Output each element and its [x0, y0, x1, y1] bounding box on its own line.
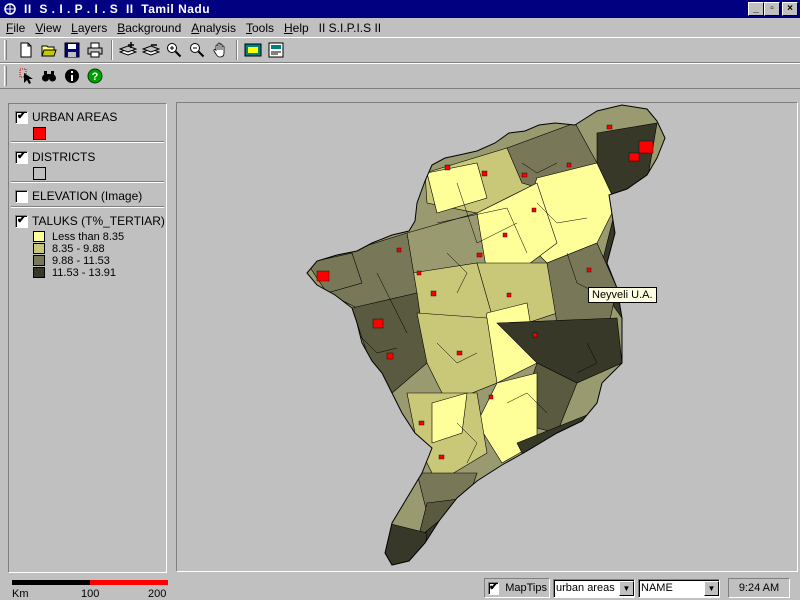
scale-segment — [90, 580, 168, 585]
legend-class: 8.35 - 9.88 — [9, 242, 166, 255]
layer-taluks[interactable]: ✔ TALUKS (T%_TERTIAR) Less than 8.35 8.3… — [9, 213, 166, 279]
maptips-toggle[interactable]: ✔ MapTips — [484, 578, 550, 598]
scale-bar: Km 100 200 — [12, 578, 168, 600]
scale-segment — [12, 580, 90, 585]
map-canvas[interactable]: Neyveli U.A. — [176, 102, 798, 572]
layer-name: DISTRICTS — [32, 150, 96, 164]
layer-divider — [11, 181, 164, 183]
menu-help[interactable]: Help — [284, 21, 309, 35]
scale-unit: Km — [12, 588, 29, 600]
info-icon[interactable] — [61, 65, 83, 87]
new-icon[interactable] — [15, 39, 37, 61]
print-icon[interactable] — [84, 39, 106, 61]
class-label: Less than 8.35 — [52, 230, 125, 243]
dropdown-arrow-icon[interactable]: ▼ — [619, 580, 634, 596]
checkmark-icon: ✔ — [16, 214, 27, 226]
class-swatch — [33, 243, 45, 254]
window-title: II S . I . P . I . S II Tamil Nadu — [24, 2, 211, 16]
full-extent-icon[interactable] — [242, 39, 264, 61]
layer-name: ELEVATION (Image) — [32, 189, 143, 203]
maximize-button[interactable]: ▫ — [764, 2, 780, 16]
help-icon[interactable]: ? — [84, 65, 106, 87]
tamil-nadu-map[interactable] — [177, 103, 797, 571]
layer-name: URBAN AREAS — [32, 110, 118, 124]
status-bar: ✔ MapTips urban areas ▼ NAME ▼ 9:24 AM — [484, 577, 790, 599]
dropdown-arrow-icon[interactable]: ▼ — [704, 580, 719, 596]
menu-bar: File View Layers Background Analysis Tools Hel… — [0, 18, 800, 37]
zoom-out-icon[interactable] — [186, 39, 208, 61]
urban-swatch — [33, 127, 46, 140]
checkmark-icon: ✔ — [16, 150, 27, 162]
field-select[interactable]: NAME ▼ — [638, 578, 720, 598]
class-swatch — [33, 231, 45, 242]
tools-toolbar: ? — [0, 63, 800, 89]
maptips-checkbox[interactable]: ✔ — [488, 581, 500, 595]
legend-panel: ✔ URBAN AREAS ✔ DISTRICTS ELEVATION (Ima… — [8, 103, 167, 573]
save-icon[interactable] — [61, 39, 83, 61]
checkmark-icon: ✔ — [489, 581, 499, 593]
add-layer-icon[interactable] — [117, 39, 139, 61]
field-select-value: NAME — [641, 582, 673, 594]
pan-hand-icon[interactable] — [209, 39, 231, 61]
menu-view[interactable]: View — [35, 21, 61, 35]
remove-layer-icon[interactable] — [140, 39, 162, 61]
districts-swatch — [33, 167, 46, 180]
menu-tools[interactable]: Tools — [246, 21, 274, 35]
close-button[interactable]: × — [782, 2, 798, 16]
layer-divider — [11, 206, 164, 208]
class-label: 8.35 - 9.88 — [52, 242, 105, 255]
zoom-in-icon[interactable] — [163, 39, 185, 61]
find-binoculars-icon[interactable] — [38, 65, 60, 87]
layer-select-value: urban areas — [556, 582, 615, 594]
menu-file[interactable]: File — [6, 21, 25, 35]
layer-elevation[interactable]: ELEVATION (Image) — [9, 188, 166, 204]
menu-layers[interactable]: Layers — [71, 21, 107, 35]
class-swatch — [33, 267, 45, 278]
title-bar[interactable]: II S . I . P . I . S II Tamil Nadu _ ▫ × — [0, 0, 800, 18]
legend-class: 11.53 - 13.91 — [9, 266, 166, 279]
layer-name: TALUKS (T%_TERTIAR) — [32, 214, 165, 228]
scale-max-label: 200 — [148, 588, 167, 600]
layer-districts[interactable]: ✔ DISTRICTS — [9, 149, 166, 180]
layer-select[interactable]: urban areas ▼ — [553, 578, 635, 598]
scale-mid-label: 100 — [81, 588, 100, 600]
layer-visibility-checkbox[interactable]: ✔ — [15, 214, 28, 228]
clock-time: 9:24 AM — [738, 582, 780, 594]
maptips-label: MapTips — [505, 582, 547, 594]
class-swatch — [33, 255, 45, 266]
class-label: 9.88 - 11.53 — [52, 254, 110, 267]
layer-divider — [11, 141, 164, 143]
toolbar-grip[interactable] — [4, 66, 7, 86]
open-icon[interactable] — [38, 39, 60, 61]
properties-icon[interactable] — [265, 39, 287, 61]
minimize-button[interactable]: _ — [748, 2, 764, 16]
layer-visibility-checkbox[interactable]: ✔ — [15, 150, 28, 164]
menu-ii-s-i-p-i-s-ii[interactable]: II S.I.P.I.S II — [319, 21, 381, 35]
toolbar-grip[interactable] — [4, 40, 7, 60]
legend-class: 9.88 - 11.53 — [9, 254, 166, 267]
checkmark-icon: ✔ — [16, 110, 27, 122]
clock: 9:24 AM — [728, 578, 790, 598]
maptip-tooltip: Neyveli U.A. — [588, 287, 657, 303]
layer-visibility-checkbox[interactable]: ✔ — [15, 110, 28, 124]
class-label: 11.53 - 13.91 — [52, 266, 117, 279]
sipis-window: II S . I . P . I . S II Tamil Nadu _ ▫ ×… — [0, 0, 800, 600]
layer-urban-areas[interactable]: ✔ URBAN AREAS — [9, 109, 166, 140]
svg-text:?: ? — [92, 71, 99, 83]
menu-background[interactable]: Background — [117, 21, 181, 35]
toolbar-separator — [236, 40, 238, 60]
layer-visibility-checkbox[interactable] — [15, 189, 28, 203]
app-icon[interactable] — [2, 2, 18, 16]
toolbar-separator — [111, 40, 113, 60]
main-toolbar — [0, 37, 800, 63]
menu-analysis[interactable]: Analysis — [191, 21, 236, 35]
select-feature-icon[interactable] — [15, 65, 37, 87]
legend-class: Less than 8.35 — [9, 230, 166, 243]
